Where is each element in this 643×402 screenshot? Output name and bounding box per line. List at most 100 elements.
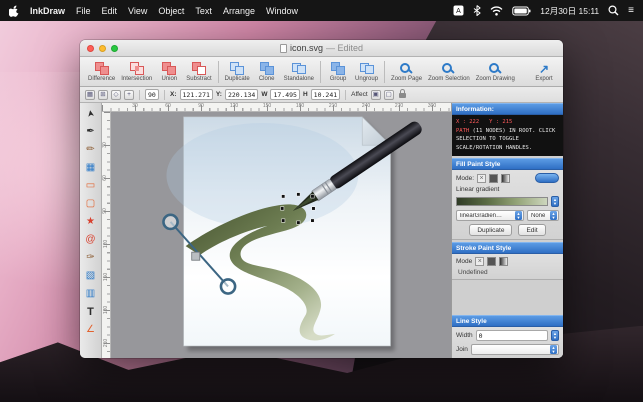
gradient-tool[interactable]: ▧ (82, 267, 100, 284)
fill-none-mode-icon[interactable]: × (477, 174, 486, 183)
fill-color-well[interactable] (535, 173, 559, 183)
spotlight-icon[interactable] (608, 5, 619, 16)
fill-solid-mode-icon[interactable] (489, 174, 498, 183)
main-toolbar: Difference Intersection Union Substract … (80, 57, 563, 87)
stroke-paint-style-header[interactable]: Stroke Paint Style (452, 242, 563, 254)
rect-tool[interactable]: ▭ (82, 177, 100, 194)
line-style-header[interactable]: Line Style (452, 315, 563, 327)
menu-arrange[interactable]: Arrange (223, 6, 255, 16)
line-width-stepper[interactable]: ▲▼ (551, 330, 559, 341)
snap-point-toggle-icon[interactable]: ◇ (111, 90, 121, 100)
apple-menu-icon[interactable] (9, 5, 19, 17)
menu-app[interactable]: InkDraw (30, 6, 65, 16)
lock-icon[interactable] (399, 93, 406, 98)
info-x: X : 222 (456, 119, 479, 125)
zoom-page-button[interactable]: Zoom Page (388, 61, 425, 82)
zoom-selection-button[interactable]: Zoom Selection (425, 61, 473, 82)
duplicate-button[interactable]: Duplicate (222, 61, 253, 82)
notification-center-icon[interactable]: ≡ (628, 6, 634, 16)
bluetooth-icon[interactable] (473, 5, 481, 16)
spiral-tool[interactable]: @ (82, 231, 100, 248)
line-join-select[interactable]: ▲▼ (471, 344, 559, 355)
minimize-button[interactable] (99, 45, 106, 52)
difference-button[interactable]: Difference (85, 61, 118, 82)
horizontal-ruler: 30 60 90 120 150 180 210 240 270 300 (102, 103, 451, 112)
zoom-drawing-button[interactable]: Zoom Drawing (473, 61, 518, 82)
stroke-solid-mode-icon[interactable] (487, 257, 496, 266)
gradient-start-handle (163, 215, 177, 229)
clone-button[interactable]: Clone (253, 61, 281, 82)
y-field[interactable]: 220.134 (225, 89, 258, 100)
rounded-rect-tool[interactable]: ▢ (82, 195, 100, 212)
menu-window[interactable]: Window (266, 6, 298, 16)
standalone-button[interactable]: Standalone (281, 61, 317, 82)
fill-paint-style-header[interactable]: Fill Paint Style (452, 158, 563, 170)
ruler-tool[interactable]: ∠ (82, 321, 100, 338)
menu-edit[interactable]: Edit (102, 6, 118, 16)
battery-icon[interactable] (512, 6, 531, 16)
wifi-icon[interactable] (490, 6, 503, 16)
grid-toggle-icon[interactable]: ▦ (85, 90, 95, 100)
edit-gradient-button[interactable]: Edit (518, 224, 545, 236)
menu-text[interactable]: Text (195, 6, 212, 16)
duplicate-gradient-button[interactable]: Duplicate (469, 224, 512, 236)
substract-button[interactable]: Substract (183, 61, 214, 82)
chart-tool[interactable]: ▥ (82, 285, 100, 302)
gradient-select[interactable]: linearGradien… ▲▼ (456, 210, 524, 221)
angle-field[interactable]: 90 (145, 89, 159, 100)
intersection-icon (130, 62, 144, 75)
menubar-clock[interactable]: 12月30日 15:11 (540, 5, 599, 17)
gradient-units-select[interactable]: None ▲▼ (527, 210, 559, 221)
line-width-field[interactable]: 0 (476, 330, 548, 341)
snap-guide-toggle-icon[interactable]: + (124, 90, 134, 100)
close-button[interactable] (87, 45, 94, 52)
information-header[interactable]: Information: (452, 103, 563, 115)
affect-fill-toggle-icon[interactable]: ▣ (371, 90, 381, 100)
fill-gradient-mode-icon[interactable] (501, 174, 510, 183)
stroke-none-mode-icon[interactable]: × (475, 257, 484, 266)
pencil-tool[interactable]: ✏ (82, 141, 100, 158)
vertical-ruler: 30 60 90 120 150 180 210 (102, 112, 111, 358)
artwork (111, 112, 451, 358)
app-window: icon.svg — Edited Difference Intersectio… (80, 40, 563, 358)
x-field[interactable]: 121.271 (180, 89, 213, 100)
select-arrows-icon: ▲▼ (515, 211, 522, 220)
brush-tool[interactable]: ✑ (82, 249, 100, 266)
document-name: icon.svg (290, 43, 323, 53)
stroke-mode-label: Mode (456, 258, 472, 265)
gradient-end-handle (221, 279, 235, 293)
menubar: InkDraw File Edit View Object Text Arran… (0, 0, 643, 21)
information-body: X : 222 Y : 215 PATH (11 NODES) IN ROOT.… (452, 115, 563, 156)
intersection-button[interactable]: Intersection (118, 61, 155, 82)
group-button[interactable]: Group (324, 61, 352, 82)
drawing-canvas[interactable] (111, 112, 451, 358)
y-label: Y: (216, 91, 222, 98)
ungroup-button[interactable]: Ungroup (352, 61, 381, 82)
menu-view[interactable]: View (128, 6, 147, 16)
menu-file[interactable]: File (76, 6, 91, 16)
colors-tool[interactable]: ▦ (82, 159, 100, 176)
input-source-icon[interactable]: A (453, 5, 464, 16)
select-tool[interactable]: ➤ (81, 103, 101, 124)
zoom-window-button[interactable] (111, 45, 118, 52)
stroke-gradient-mode-icon[interactable] (499, 257, 508, 266)
options-bar: ▦ ⊞ ◇ + 90 X: 121.271 Y: 220.134 W 17.49… (80, 87, 563, 103)
x-label: X: (170, 91, 177, 98)
h-label: H (303, 91, 308, 98)
gradient-preview-bar[interactable] (456, 197, 548, 206)
titlebar[interactable]: icon.svg — Edited (80, 40, 563, 57)
export-button[interactable]: ↗ Export (530, 61, 558, 82)
substract-icon (192, 62, 206, 75)
h-field[interactable]: 10.241 (311, 89, 340, 100)
tool-palette: ➤ ✒ ✏ ▦ ▭ ▢ ★ @ ✑ ▧ ▥ T ∠ (80, 103, 102, 358)
star-tool[interactable]: ★ (82, 213, 100, 230)
text-tool[interactable]: T (82, 303, 100, 320)
w-field[interactable]: 17.495 (270, 89, 299, 100)
affect-stroke-toggle-icon[interactable]: ▢ (384, 90, 394, 100)
pen-tool[interactable]: ✒ (82, 123, 100, 140)
menu-object[interactable]: Object (158, 6, 184, 16)
gradient-stepper[interactable]: ▲▼ (551, 196, 559, 207)
union-button[interactable]: Union (155, 61, 183, 82)
standalone-icon (292, 62, 306, 75)
snap-grid-toggle-icon[interactable]: ⊞ (98, 90, 108, 100)
